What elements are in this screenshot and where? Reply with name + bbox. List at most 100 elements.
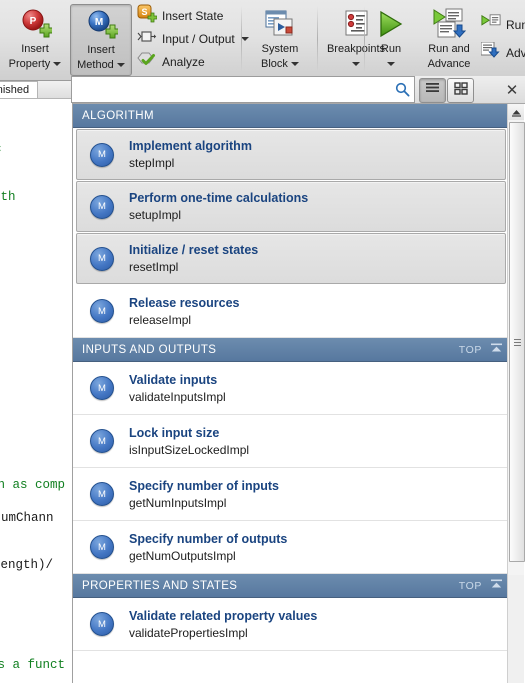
method-badge-icon: M [90,482,114,506]
code-line: ,numChann [0,511,54,525]
scroll-up-arrow-icon[interactable] [508,104,524,120]
system-block-button[interactable]: System Block [245,4,315,76]
advance-label: Adva [506,46,525,60]
method-item-title: Initialize / reset states [129,243,259,257]
section-header-title: ALGORITHM [82,109,154,122]
close-icon[interactable]: ✕ [503,81,521,99]
method-item-text: Specify number of inputs getNumInputsImpl [129,478,279,511]
scroll-to-top-label[interactable]: TOP [459,580,482,592]
state-plus-icon: S [137,4,158,29]
method-item-title: Validate inputs [129,372,218,387]
run-and-advance-label-line1: Run and [428,43,470,55]
method-list-item[interactable]: M Release resources releaseImpl [73,285,509,338]
method-list-item[interactable]: M Specify number of outputs getNumOutputsI… [73,521,509,574]
run-section-button[interactable]: Run S [481,13,525,37]
ribbon-divider-3 [364,6,365,72]
method-list-item[interactable]: M Validate inputs validateInputsImpl [73,362,509,415]
scroll-to-top-label[interactable]: TOP [459,344,482,356]
method-list-item[interactable]: M Implement algorithm stepImpl [76,129,506,180]
method-item-signature: setupImpl [129,208,182,222]
scrollbar-thumb[interactable] [509,122,525,562]
method-item-signature: validatePropertiesImpl [129,625,248,640]
section-header-title: PROPERTIES AND STATES [82,579,238,592]
list-view-icon [425,82,440,100]
code-line: ength [0,190,16,204]
code-line: as a funct [0,658,66,672]
insert-property-label-line1: Insert [21,43,49,55]
method-item-title: Lock input size [129,425,220,440]
magnifier-icon[interactable] [390,82,414,97]
method-item-text: Lock input size isInputSizeLockedImpl [129,425,249,458]
property-plus-icon: P [4,7,66,41]
method-item-title: Implement algorithm [129,139,252,153]
insert-method-label-line2: Method [77,59,114,71]
section-header-properties-and-states[interactable]: PROPERTIES AND STATES TOP [73,574,509,598]
run-section-icon [481,13,501,37]
run-chevron-down-icon[interactable] [387,62,395,67]
analyze-check-icon [137,50,157,75]
method-badge-icon: M [90,429,114,453]
method-badge-icon: M [90,299,114,323]
browser-toolbar: ✕ [71,76,525,104]
method-item-title: Perform one-time calculations [129,191,309,205]
section-header-inputs-and-outputs[interactable]: INPUTS AND OUTPUTS TOP [73,338,509,362]
method-item-signature: isInputSizeLockedImpl [129,442,250,457]
insert-state-label: Insert State [162,9,224,23]
collapse-to-top-icon[interactable] [490,579,503,593]
ribbon-divider-2 [317,6,318,72]
analyze-label: Analyze [162,55,205,69]
svg-text:M: M [95,17,103,28]
collapse-to-top-icon[interactable] [490,343,503,357]
system-block-label-line1: System [261,43,299,55]
method-item-text: Validate inputs validateInputsImpl [129,372,226,405]
code-line: ch as comp [0,478,66,492]
method-list-item[interactable]: M Validate related property values validat… [73,598,509,651]
insert-property-chevron-down-icon[interactable] [53,62,62,67]
method-badge-icon: M [90,535,114,559]
method-list-item[interactable]: M Perform one-time calculations setupImpl [76,181,506,232]
insert-state-button[interactable]: S Insert State [137,4,224,29]
run-play-icon [367,7,415,41]
insert-property-label-line2: Property [8,58,51,70]
advance-button[interactable]: Adva [480,41,525,64]
list-view-button[interactable] [419,78,446,103]
method-list-scroll-area[interactable]: ALGORITHM M Implement algorithm stepImpl M Pe… [73,104,525,683]
system-block-icon [245,7,315,41]
code-line: owLength)/ [0,558,54,572]
method-item-signature: stepImpl [129,156,175,170]
vertical-scrollbar[interactable] [507,104,525,683]
run-and-advance-button[interactable]: Run and Advance [418,4,480,76]
insert-method-button[interactable]: M Insert Method [70,4,132,76]
svg-text:S: S [141,7,147,17]
system-block-chevron-down-icon[interactable] [290,62,299,67]
method-item-signature: getNumInputsImpl [129,495,227,510]
search-input[interactable] [72,78,390,101]
grid-view-button[interactable] [447,78,474,103]
breakpoints-chevron-down-icon[interactable] [352,62,360,67]
method-item-signature: releaseImpl [129,312,192,327]
method-item-signature: getNumOutputsImpl [129,548,236,563]
run-section-label: Run S [506,18,525,32]
insert-method-chevron-down-icon[interactable] [116,63,125,68]
editor-file-tab[interactable]: eFilterFinished [0,81,39,98]
method-list-item[interactable]: M Initialize / reset states resetImpl [76,233,506,284]
editor-file-tab-label: eFilterFinished [0,84,30,96]
run-and-advance-label-line2: Advance [427,58,471,70]
method-item-text: Validate related property values validate… [129,608,317,641]
method-list: ALGORITHM M Implement algorithm stepImpl M Pe… [73,104,509,651]
method-list-item[interactable]: M Specify number of inputs getNumInputsImp… [73,468,509,521]
code-line: c [0,142,2,156]
method-badge-icon: M [90,612,114,636]
method-item-text: Initialize / reset states resetImpl [129,242,258,275]
insert-method-browser-panel: ✕ ALGORITHM M Implement algorithm stepImpl M… [71,76,525,683]
search-field[interactable] [71,76,415,103]
section-header-algorithm[interactable]: ALGORITHM [73,104,509,128]
analyze-button[interactable]: Analyze [137,51,205,73]
insert-property-button[interactable]: P Insert Property [4,4,66,76]
input-output-button[interactable]: Input / Output [137,28,249,50]
method-item-title: Validate related property values [129,608,318,623]
method-list-item[interactable]: M Lock input size isInputSizeLockedImpl [73,415,509,468]
method-item-signature: validateInputsImpl [129,389,226,404]
method-item-text: Specify number of outputs getNumOutputsIm… [129,531,287,564]
run-button[interactable]: Run [367,4,415,76]
